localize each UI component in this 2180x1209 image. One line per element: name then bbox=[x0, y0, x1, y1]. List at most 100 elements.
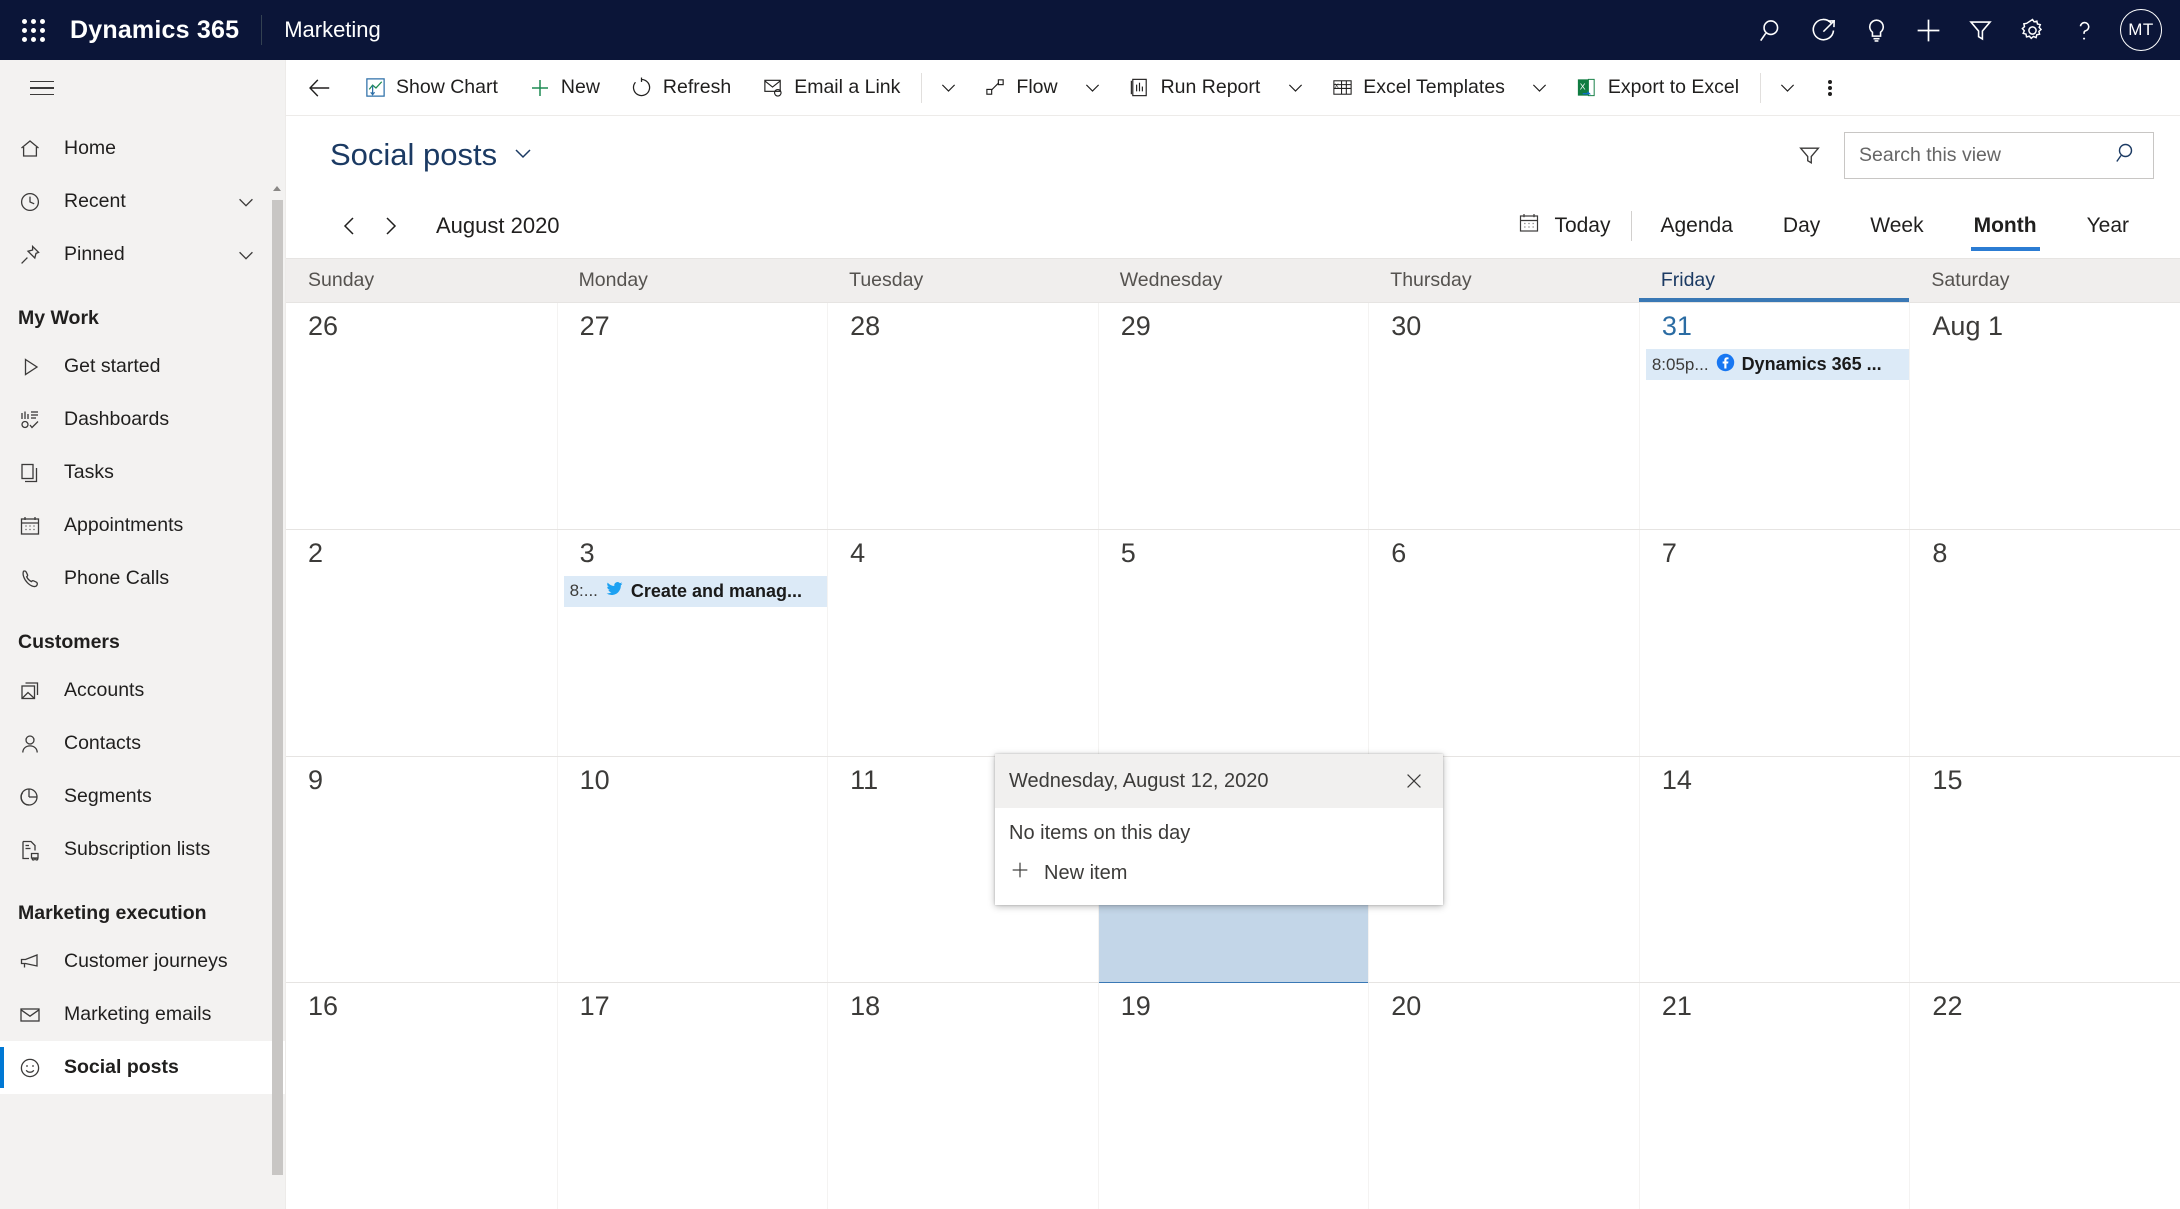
day-number: 16 bbox=[308, 991, 339, 1022]
goal-icon[interactable] bbox=[1798, 0, 1850, 60]
sidebar-item-dashboards[interactable]: Dashboards bbox=[0, 393, 285, 446]
sidebar-item-tasks[interactable]: Tasks bbox=[0, 446, 285, 499]
today-button[interactable]: Today bbox=[1517, 211, 1630, 241]
tab-year[interactable]: Year bbox=[2062, 203, 2154, 249]
filter-icon[interactable] bbox=[1954, 0, 2006, 60]
excel-templates-caret[interactable] bbox=[1520, 60, 1560, 116]
main-content: Show Chart New Refresh Email a Link Flow… bbox=[286, 60, 2180, 1209]
show-chart-button[interactable]: Show Chart bbox=[348, 60, 513, 116]
day-cell[interactable]: 3 8:... Create and manag... bbox=[556, 529, 838, 756]
command-label: Flow bbox=[1016, 76, 1058, 98]
scroll-up-arrow-icon[interactable] bbox=[273, 186, 281, 191]
sidebar-nav: Home Recent Pinned My Work Get started D… bbox=[0, 116, 285, 1094]
day-cell[interactable]: 8 bbox=[1909, 529, 2180, 756]
new-item-button[interactable]: New item bbox=[1009, 859, 1429, 887]
day-cell[interactable]: 27 bbox=[556, 303, 828, 529]
chevron-down-icon[interactable] bbox=[511, 137, 535, 173]
flow-caret[interactable] bbox=[1073, 60, 1113, 116]
scrollbar-thumb[interactable] bbox=[272, 200, 283, 1175]
app-name[interactable]: Marketing bbox=[262, 17, 381, 43]
day-cell[interactable]: 29 bbox=[1097, 303, 1369, 529]
tab-week[interactable]: Week bbox=[1845, 203, 1948, 249]
avatar[interactable]: MT bbox=[2120, 9, 2162, 51]
day-cell[interactable]: 21 bbox=[1638, 983, 1910, 1209]
settings-icon[interactable] bbox=[2006, 0, 2058, 60]
sidebar-item-social-posts[interactable]: Social posts bbox=[0, 1041, 285, 1094]
sidebar-item-accounts[interactable]: Accounts bbox=[0, 664, 285, 717]
day-cell[interactable]: 20 bbox=[1368, 983, 1639, 1209]
sidebar-item-pinned[interactable]: Pinned bbox=[0, 228, 285, 281]
tab-agenda[interactable]: Agenda bbox=[1636, 203, 1758, 249]
day-number: 20 bbox=[1391, 991, 1422, 1022]
email-a-link-button[interactable]: Email a Link bbox=[746, 60, 915, 116]
day-number: 21 bbox=[1661, 991, 1692, 1022]
calendar-event[interactable]: 8:05p... Dynamics 365 ... bbox=[1645, 349, 1920, 380]
day-cell[interactable]: 7 bbox=[1638, 529, 1910, 756]
day-cell[interactable]: 18 bbox=[827, 983, 1098, 1209]
day-cell[interactable]: 10 bbox=[556, 756, 828, 983]
export-to-excel-caret[interactable] bbox=[1767, 60, 1807, 116]
app-launcher-icon[interactable] bbox=[18, 15, 48, 45]
sidebar-item-home[interactable]: Home bbox=[0, 122, 285, 175]
calendar-event[interactable]: 8:... Create and manag... bbox=[563, 575, 838, 607]
hamburger-menu-icon[interactable] bbox=[12, 60, 72, 116]
view-selector[interactable]: Social posts bbox=[330, 137, 535, 173]
run-report-caret[interactable] bbox=[1275, 60, 1315, 116]
sidebar-item-contacts[interactable]: Contacts bbox=[0, 717, 285, 770]
day-cell[interactable]: 30 bbox=[1368, 303, 1639, 529]
brand-title[interactable]: Dynamics 365 bbox=[62, 16, 261, 45]
day-cell[interactable]: 28 bbox=[827, 303, 1098, 529]
day-cell[interactable]: 16 bbox=[286, 983, 557, 1209]
tab-day[interactable]: Day bbox=[1758, 203, 1845, 249]
sidebar-item-subscription-lists[interactable]: Subscription lists bbox=[0, 823, 285, 876]
plus-icon bbox=[1009, 859, 1031, 887]
insights-icon[interactable] bbox=[1850, 0, 1902, 60]
sidebar-item-appointments[interactable]: Appointments bbox=[0, 499, 285, 552]
search-input[interactable] bbox=[1859, 143, 2115, 167]
help-icon[interactable] bbox=[2058, 0, 2110, 60]
day-cell[interactable]: 14 bbox=[1638, 756, 1910, 983]
clock-icon bbox=[18, 190, 60, 214]
sidebar-item-segments[interactable]: Segments bbox=[0, 770, 285, 823]
day-cell[interactable]: 26 bbox=[286, 303, 557, 529]
day-cell[interactable]: 9 bbox=[286, 756, 557, 983]
new-button[interactable]: New bbox=[513, 60, 615, 116]
day-cell[interactable]: Aug 1 bbox=[1909, 303, 2180, 529]
flow-button[interactable]: Flow bbox=[968, 60, 1072, 116]
excel-templates-button[interactable]: X Excel Templates bbox=[1315, 60, 1520, 116]
day-cell[interactable]: 15 bbox=[1909, 756, 2180, 983]
day-cell[interactable]: 6 bbox=[1368, 529, 1639, 756]
run-report-button[interactable]: Run Report bbox=[1113, 60, 1276, 116]
previous-period-button[interactable] bbox=[330, 206, 370, 246]
filter-icon[interactable] bbox=[1797, 143, 1822, 168]
sidebar-scrollbar[interactable] bbox=[272, 184, 283, 1208]
add-icon[interactable] bbox=[1902, 0, 1954, 60]
sidebar-group-title: My Work bbox=[18, 307, 99, 329]
search-icon[interactable] bbox=[1746, 0, 1798, 60]
sidebar-item-phone-calls[interactable]: Phone Calls bbox=[0, 552, 285, 605]
day-cell[interactable]: 4 bbox=[827, 529, 1098, 756]
refresh-button[interactable]: Refresh bbox=[615, 60, 746, 116]
next-period-button[interactable] bbox=[370, 206, 410, 246]
search-box[interactable] bbox=[1844, 131, 2154, 179]
day-number: 8 bbox=[1932, 537, 1948, 568]
sidebar-item-marketing-emails[interactable]: Marketing emails bbox=[0, 988, 285, 1041]
back-arrow-icon[interactable] bbox=[292, 60, 348, 116]
excel-template-icon: X bbox=[1330, 76, 1354, 99]
export-to-excel-button[interactable]: X Export to Excel bbox=[1560, 60, 1754, 116]
sidebar-item-customer-journeys[interactable]: Customer journeys bbox=[0, 935, 285, 988]
day-cell-today[interactable]: 31 8:05p... Dynamics 365 ... bbox=[1638, 303, 1920, 529]
email-a-link-caret[interactable] bbox=[928, 60, 968, 116]
sidebar-item-get-started[interactable]: Get started bbox=[0, 340, 285, 393]
day-cell[interactable]: 19 bbox=[1097, 983, 1369, 1209]
close-icon[interactable] bbox=[1397, 764, 1431, 798]
search-icon[interactable] bbox=[2115, 141, 2139, 170]
day-number: 6 bbox=[1391, 537, 1407, 568]
more-commands-button[interactable] bbox=[1807, 60, 1853, 116]
day-cell[interactable]: 2 bbox=[286, 529, 557, 756]
day-cell[interactable]: 5 bbox=[1097, 529, 1369, 756]
day-cell[interactable]: 17 bbox=[556, 983, 828, 1209]
tab-month[interactable]: Month bbox=[1949, 203, 2062, 251]
day-cell[interactable]: 22 bbox=[1909, 983, 2180, 1209]
sidebar-item-recent[interactable]: Recent bbox=[0, 175, 285, 228]
